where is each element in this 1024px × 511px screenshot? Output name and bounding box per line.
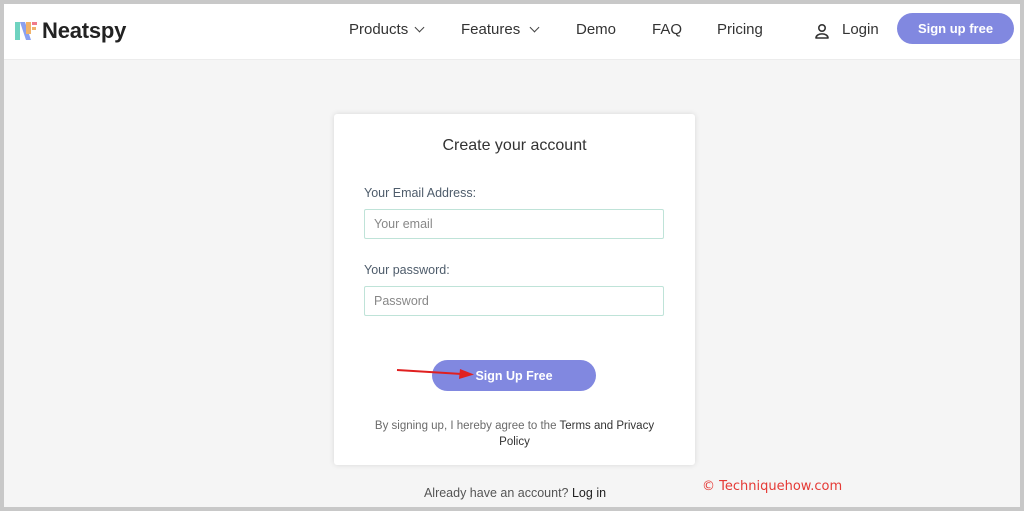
already-account-text: Already have an account? Log in (0, 486, 1024, 500)
chevron-down-icon (529, 22, 540, 33)
brand-logo[interactable]: Neatspy (14, 18, 126, 44)
watermark: © Techniquehow.com (702, 479, 843, 494)
nav-pricing-label: Pricing (717, 21, 763, 38)
terms-text: By signing up, I hereby agree to the Ter… (354, 418, 675, 450)
policy-link[interactable]: Policy (499, 436, 530, 448)
nav-login-label: Login (842, 21, 879, 38)
header-signup-button[interactable]: Sign up free (897, 13, 1014, 44)
email-label: Your Email Address: (364, 186, 477, 200)
signup-card: Create your account Your Email Address: … (334, 114, 695, 465)
email-field[interactable] (364, 209, 664, 239)
nav-demo[interactable]: Demo (576, 21, 616, 38)
brand-name: Neatspy (42, 18, 127, 43)
login-link[interactable]: Log in (572, 486, 606, 500)
nav-products[interactable]: Products (349, 21, 425, 38)
neatspy-logo-icon (15, 22, 37, 40)
terms-prefix: By signing up, I hereby agree to the (374, 420, 557, 432)
chevron-down-icon (414, 22, 425, 33)
nav-faq[interactable]: FAQ (652, 21, 682, 38)
nav-faq-label: FAQ (652, 21, 683, 38)
nav-products-label: Products (349, 21, 409, 38)
top-navbar: Neatspy Products Features Demo FAQ Prici… (4, 4, 1020, 60)
annotation-arrow-icon (396, 369, 474, 379)
form-title: Create your account (442, 137, 587, 154)
password-field[interactable] (364, 286, 664, 316)
already-account-label: Already have an account? (423, 486, 569, 500)
terms-link[interactable]: Terms and Privacy (559, 420, 654, 432)
nav-features-label: Features (461, 21, 521, 38)
nav-demo-label: Demo (576, 21, 617, 38)
password-label: Your password: (364, 263, 450, 277)
nav-features[interactable]: Features (461, 21, 540, 38)
user-icon[interactable] (814, 22, 830, 40)
nav-pricing[interactable]: Pricing (717, 21, 763, 38)
nav-login[interactable]: Login (842, 21, 879, 38)
